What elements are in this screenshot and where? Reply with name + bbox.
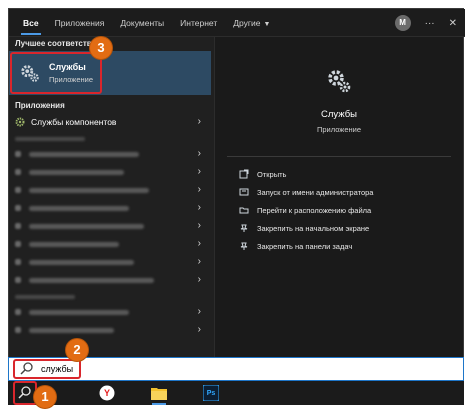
chevron-right-icon[interactable]: › — [198, 235, 201, 253]
highlight-frame — [13, 381, 37, 405]
action-open[interactable]: Открыть — [215, 165, 463, 183]
blurred-text — [29, 241, 119, 247]
app-item-component-services[interactable]: Службы компонентов › — [9, 113, 211, 131]
caret-down-icon: ▼ — [263, 20, 271, 28]
divider — [227, 156, 451, 157]
action-label: Перейти к расположению файла — [257, 205, 372, 215]
chevron-right-icon[interactable]: › — [198, 321, 201, 339]
highlight-frame — [10, 52, 102, 94]
tab-internet[interactable]: Интернет — [172, 9, 225, 37]
yandex-letter: Y — [103, 388, 110, 398]
blurred-icon — [15, 277, 21, 283]
detail-panel: Службы Приложение Открыть Запуск от имен… — [214, 37, 463, 359]
close-icon[interactable]: ✕ — [449, 18, 457, 29]
blurred-text — [29, 223, 144, 229]
action-label: Открыть — [257, 169, 287, 179]
blurred-row[interactable]: › — [9, 303, 211, 321]
blurred-text — [29, 151, 139, 157]
photoshop-button[interactable]: Ps — [200, 382, 222, 404]
chevron-right-icon[interactable]: › — [198, 271, 201, 289]
tab-other-label: Другие — [233, 17, 261, 28]
blurred-text — [29, 277, 154, 283]
results-panel: Лучшее соответствие Службы Приложение Пр… — [9, 37, 211, 359]
taskbar: Y Ps — [8, 381, 464, 405]
search-window: Все Приложения Документы Интернет Другие… — [8, 8, 465, 359]
blurred-icon — [15, 169, 21, 175]
blurred-row[interactable]: › — [9, 253, 211, 271]
blurred-icon — [15, 205, 21, 211]
tab-documents[interactable]: Документы — [112, 9, 172, 37]
chevron-right-icon[interactable]: › — [198, 181, 201, 199]
action-run-as-admin[interactable]: Запуск от имени администратора — [215, 183, 463, 201]
chevron-right-icon[interactable]: › — [198, 199, 201, 217]
blurred-icon — [15, 187, 21, 193]
chevron-right-icon[interactable]: › — [198, 217, 201, 235]
more-options-icon[interactable]: ··· — [425, 18, 435, 29]
chevron-right-icon[interactable]: › — [198, 303, 201, 321]
chevron-right-icon[interactable]: › — [198, 113, 201, 131]
detail-title: Службы — [321, 109, 357, 120]
blurred-icon — [15, 309, 21, 315]
admin-icon — [239, 188, 249, 196]
file-explorer-icon — [151, 388, 167, 400]
chevron-right-icon[interactable]: › — [198, 145, 201, 163]
step-badge-3: 3 — [90, 37, 112, 59]
avatar[interactable]: M — [394, 15, 411, 31]
blurred-row[interactable]: › — [9, 145, 211, 163]
blurred-row[interactable]: › — [9, 271, 211, 289]
action-pin-taskbar[interactable]: Закрепить на панели задач — [215, 237, 463, 255]
best-match-item[interactable]: Службы Приложение — [9, 51, 211, 95]
action-pin-start[interactable]: Закрепить на начальном экране — [215, 219, 463, 237]
blurred-text — [29, 169, 124, 175]
chevron-right-icon[interactable]: › — [198, 253, 201, 271]
active-indicator — [152, 403, 166, 405]
blurred-icon — [15, 259, 21, 265]
highlight-frame — [13, 359, 81, 379]
blurred-text — [29, 327, 114, 333]
tab-other[interactable]: Другие ▼ — [225, 9, 278, 37]
search-tabs: Все Приложения Документы Интернет Другие… — [9, 9, 465, 37]
tab-apps[interactable]: Приложения — [47, 9, 113, 37]
file-explorer-button[interactable] — [148, 382, 170, 405]
step-badge-1: 1 — [34, 386, 56, 408]
chevron-right-icon[interactable]: › — [198, 163, 201, 181]
taskbar-search-button[interactable] — [13, 381, 37, 405]
tab-all[interactable]: Все — [15, 9, 47, 37]
pin-icon — [240, 224, 248, 232]
app-item-label: Службы компонентов — [31, 117, 117, 127]
apps-heading: Приложения — [15, 101, 65, 110]
blurred-row[interactable]: › — [9, 181, 211, 199]
blurred-icon — [15, 223, 21, 229]
blurred-text — [29, 309, 129, 315]
yandex-browser-button[interactable]: Y — [96, 382, 118, 404]
action-open-file-location[interactable]: Перейти к расположению файла — [215, 201, 463, 219]
blurred-row[interactable]: › — [9, 235, 211, 253]
action-label: Закрепить на панели задач — [257, 241, 353, 251]
blurred-row[interactable]: › — [9, 321, 211, 339]
blurred-icon — [15, 241, 21, 247]
blurred-icon — [15, 151, 21, 157]
action-label: Запуск от имени администратора — [257, 187, 374, 197]
detail-subtitle: Приложение — [317, 125, 361, 134]
action-label: Закрепить на начальном экране — [257, 223, 370, 233]
blurred-row[interactable]: › — [9, 217, 211, 235]
step-badge-2: 2 — [66, 339, 88, 361]
detail-header: Службы Приложение — [215, 37, 463, 134]
gear-icon — [15, 117, 25, 127]
blurred-heading — [15, 295, 75, 299]
blurred-icon — [15, 327, 21, 333]
folder-icon — [239, 207, 249, 214]
blurred-text — [29, 259, 134, 265]
pin-icon — [240, 242, 248, 250]
blurred-row[interactable]: › — [9, 199, 211, 217]
tabs-right-controls: M ··· ✕ — [394, 9, 457, 37]
blurred-text — [29, 187, 149, 193]
gear-icon — [328, 70, 351, 93]
blurred-row[interactable]: › — [9, 163, 211, 181]
blurred-heading — [15, 137, 85, 141]
photoshop-label: Ps — [206, 389, 216, 397]
blurred-text — [29, 205, 129, 211]
open-icon — [239, 169, 249, 179]
